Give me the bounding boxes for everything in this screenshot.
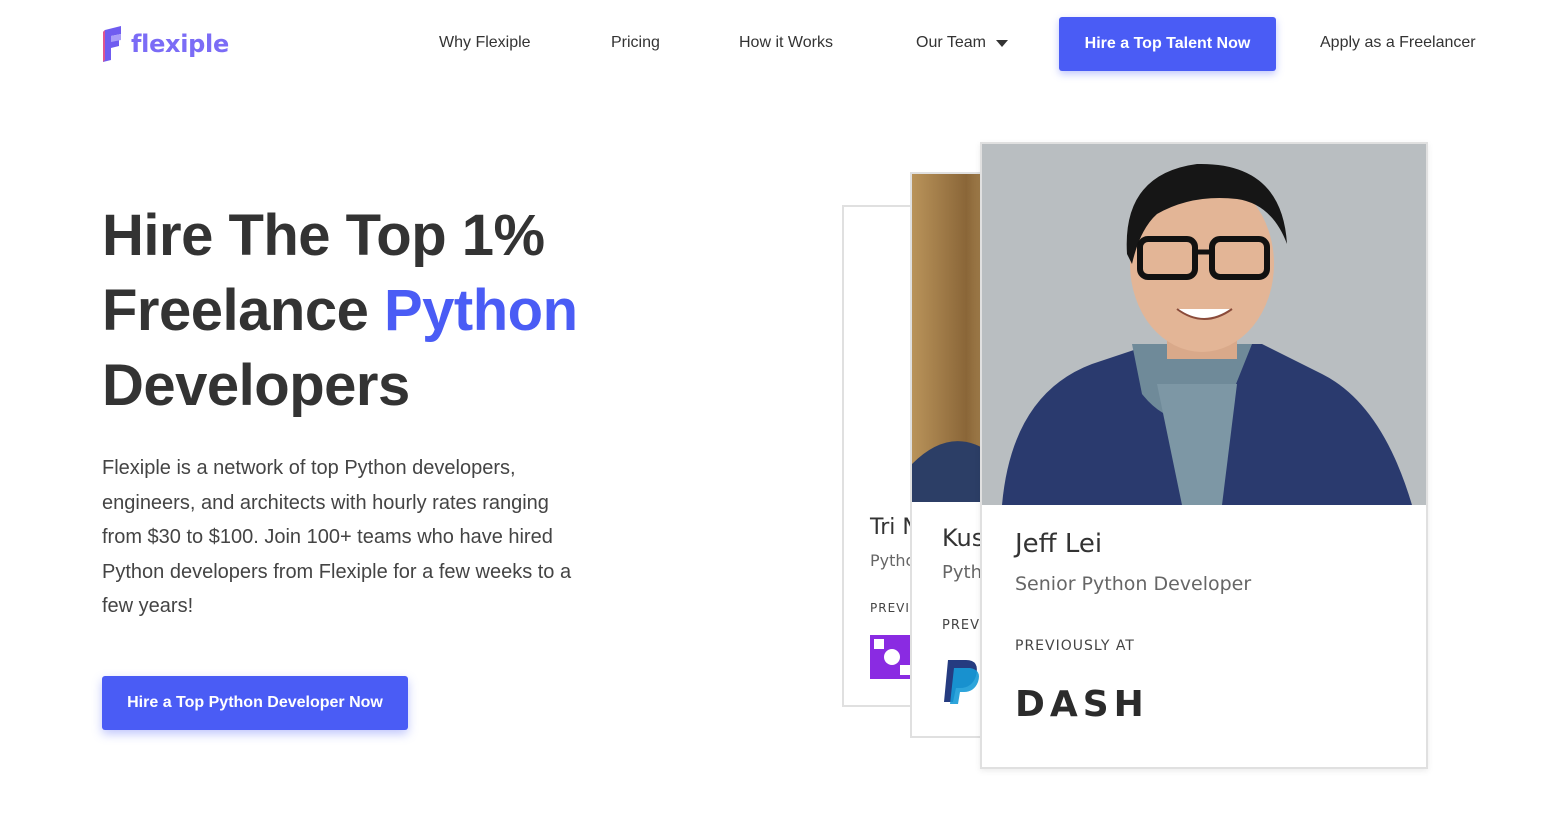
dash-logo: DASH bbox=[1015, 684, 1149, 725]
developer-portrait bbox=[982, 144, 1426, 505]
nav-apply-freelancer[interactable]: Apply as a Freelancer bbox=[1320, 34, 1476, 52]
hero-title-line2-prefix: Freelance bbox=[102, 278, 384, 343]
hero-title-line1: Hire The Top 1% bbox=[102, 203, 545, 268]
hero-title: Hire The Top 1% Freelance Python Develop… bbox=[102, 198, 702, 423]
nav-why-flexiple[interactable]: Why Flexiple bbox=[439, 34, 531, 52]
top-nav: flexiple Why Flexiple Pricing How it Wor… bbox=[0, 0, 1564, 88]
nav-our-team-label: Our Team bbox=[916, 34, 986, 51]
previously-at-label: PREV bbox=[942, 618, 980, 633]
developer-name: Kus bbox=[942, 524, 985, 552]
nav-how-it-works[interactable]: How it Works bbox=[739, 34, 833, 52]
flexiple-logo[interactable]: flexiple bbox=[101, 26, 229, 62]
developer-role: Pytho bbox=[870, 551, 916, 570]
nav-our-team-dropdown[interactable]: Our Team bbox=[916, 34, 1008, 52]
hero-title-accent: Python bbox=[383, 278, 578, 343]
developer-name: Jeff Lei bbox=[1015, 529, 1103, 559]
company-logo-icon bbox=[870, 635, 914, 679]
previously-at-label: PREVIOUSLY AT bbox=[1015, 638, 1135, 654]
developer-card-front[interactable]: Jeff Lei Senior Python Developer PREVIOU… bbox=[980, 142, 1428, 769]
developer-photo bbox=[982, 144, 1426, 505]
hire-top-talent-button[interactable]: Hire a Top Talent Now bbox=[1059, 17, 1276, 71]
developer-role: Senior Python Developer bbox=[1015, 573, 1252, 595]
hero-description: Flexiple is a network of top Python deve… bbox=[102, 457, 572, 617]
flexiple-logo-icon bbox=[103, 26, 121, 62]
hire-python-developer-button[interactable]: Hire a Top Python Developer Now bbox=[102, 676, 408, 730]
developer-role: Pyth bbox=[942, 562, 982, 583]
paypal-logo-icon bbox=[944, 660, 979, 704]
hero-title-line3: Developers bbox=[102, 353, 410, 418]
previously-at-label: PREVI bbox=[870, 601, 910, 615]
logo-wordmark: flexiple bbox=[131, 30, 229, 58]
nav-pricing[interactable]: Pricing bbox=[611, 34, 660, 52]
chevron-down-icon bbox=[995, 39, 1008, 47]
